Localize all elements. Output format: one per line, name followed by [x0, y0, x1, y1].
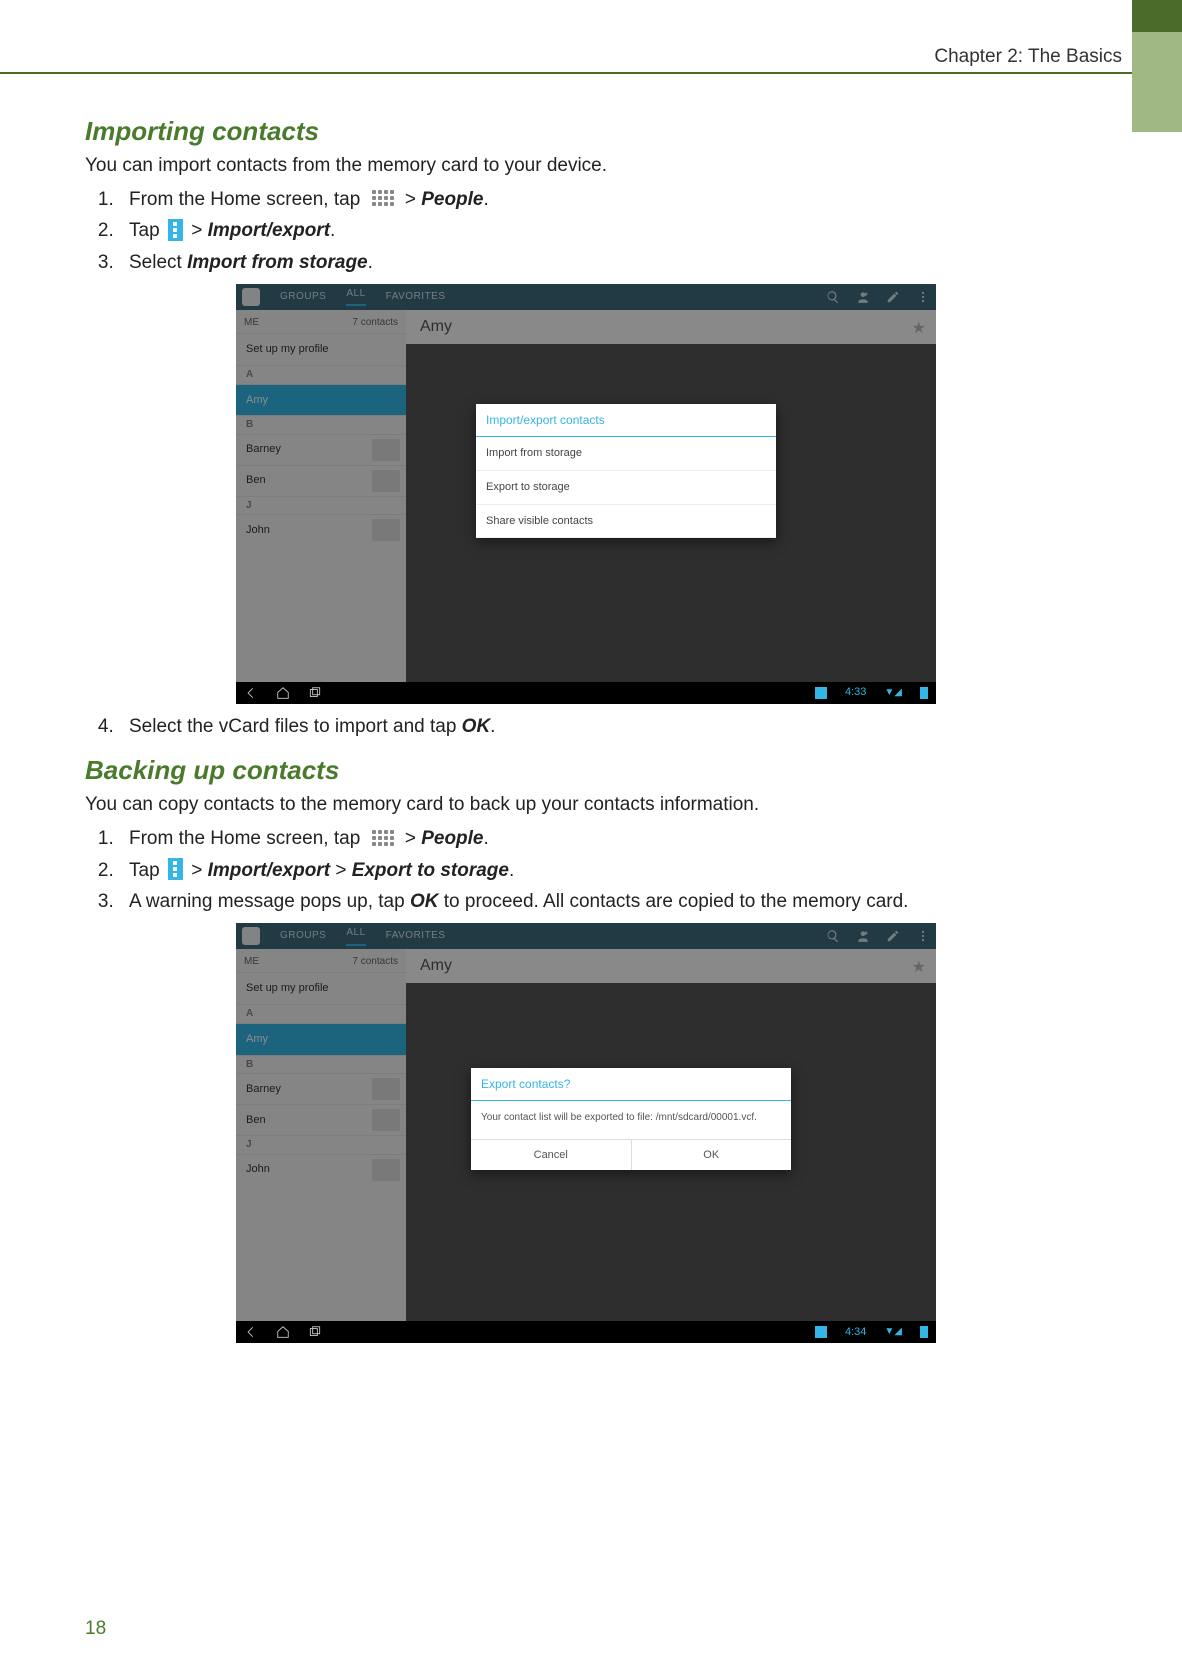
backing-step-3: A warning message pops up, tap OK to pro… — [119, 889, 1087, 915]
backing-step-2: Tap > Import/export > Export to storage. — [119, 858, 1087, 884]
section-backing-title: Backing up contacts — [85, 753, 1087, 788]
backing-step-1: From the Home screen, tap > People. — [119, 826, 1087, 852]
apps-icon — [372, 830, 394, 846]
status-time: 4:33 — [845, 685, 866, 700]
importing-steps-cont: Select the vCard files to import and tap… — [85, 714, 1087, 740]
popup-export-to-storage[interactable]: Export to storage — [476, 471, 776, 505]
dialog-message: Your contact list will be exported to fi… — [471, 1101, 791, 1139]
dialog-title: Export contacts? — [471, 1068, 791, 1101]
importing-steps: From the Home screen, tap > People. Tap … — [85, 187, 1087, 276]
section-backing-intro: You can copy contacts to the memory card… — [85, 792, 1087, 818]
chapter-title: Chapter 2: The Basics — [934, 46, 1122, 68]
back-icon[interactable] — [244, 686, 258, 700]
status-time: 4:34 — [845, 1325, 866, 1340]
overflow-icon — [168, 219, 183, 241]
corner-tab-light — [1132, 32, 1182, 132]
importing-step-4: Select the vCard files to import and tap… — [119, 714, 1087, 740]
header-rule — [0, 72, 1132, 74]
popup-title: Import/export contacts — [476, 404, 776, 437]
system-navbar: 4:33 ▼◢ — [236, 682, 936, 704]
signal-icon: ▼◢ — [884, 1325, 902, 1339]
section-importing-title: Importing contacts — [85, 114, 1087, 149]
dialog-ok-button[interactable]: OK — [631, 1140, 792, 1171]
corner-tab-dark — [1132, 0, 1182, 32]
screenshot-export: GROUPS ALL FAVORITES ME7 contacts Set up… — [236, 923, 936, 1343]
export-dialog: Export contacts? Your contact list will … — [471, 1068, 791, 1171]
recents-icon[interactable] — [308, 686, 322, 700]
back-icon[interactable] — [244, 1325, 258, 1339]
apps-icon — [372, 190, 394, 206]
notification-icon[interactable] — [815, 1326, 827, 1338]
recents-icon[interactable] — [308, 1325, 322, 1339]
importing-step-3: Select Import from storage. — [119, 250, 1087, 276]
dialog-cancel-button[interactable]: Cancel — [471, 1140, 631, 1171]
popup-share-visible[interactable]: Share visible contacts — [476, 505, 776, 539]
section-importing-intro: You can import contacts from the memory … — [85, 153, 1087, 179]
backing-steps: From the Home screen, tap > People. Tap … — [85, 826, 1087, 915]
import-export-popup: Import/export contacts Import from stora… — [476, 404, 776, 539]
importing-step-1: From the Home screen, tap > People. — [119, 187, 1087, 213]
home-icon[interactable] — [276, 686, 290, 700]
system-navbar: 4:34 ▼◢ — [236, 1321, 936, 1343]
notification-icon[interactable] — [815, 687, 827, 699]
home-icon[interactable] — [276, 1325, 290, 1339]
overflow-icon — [168, 858, 183, 880]
battery-icon — [920, 687, 928, 699]
battery-icon — [920, 1326, 928, 1338]
page-number: 18 — [85, 1618, 106, 1640]
importing-step-2: Tap > Import/export. — [119, 218, 1087, 244]
signal-icon: ▼◢ — [884, 686, 902, 700]
screenshot-import: GROUPS ALL FAVORITES ME7 contacts Set up… — [236, 284, 936, 704]
page-content: Importing contacts You can import contac… — [85, 100, 1087, 1353]
popup-import-from-storage[interactable]: Import from storage — [476, 437, 776, 471]
